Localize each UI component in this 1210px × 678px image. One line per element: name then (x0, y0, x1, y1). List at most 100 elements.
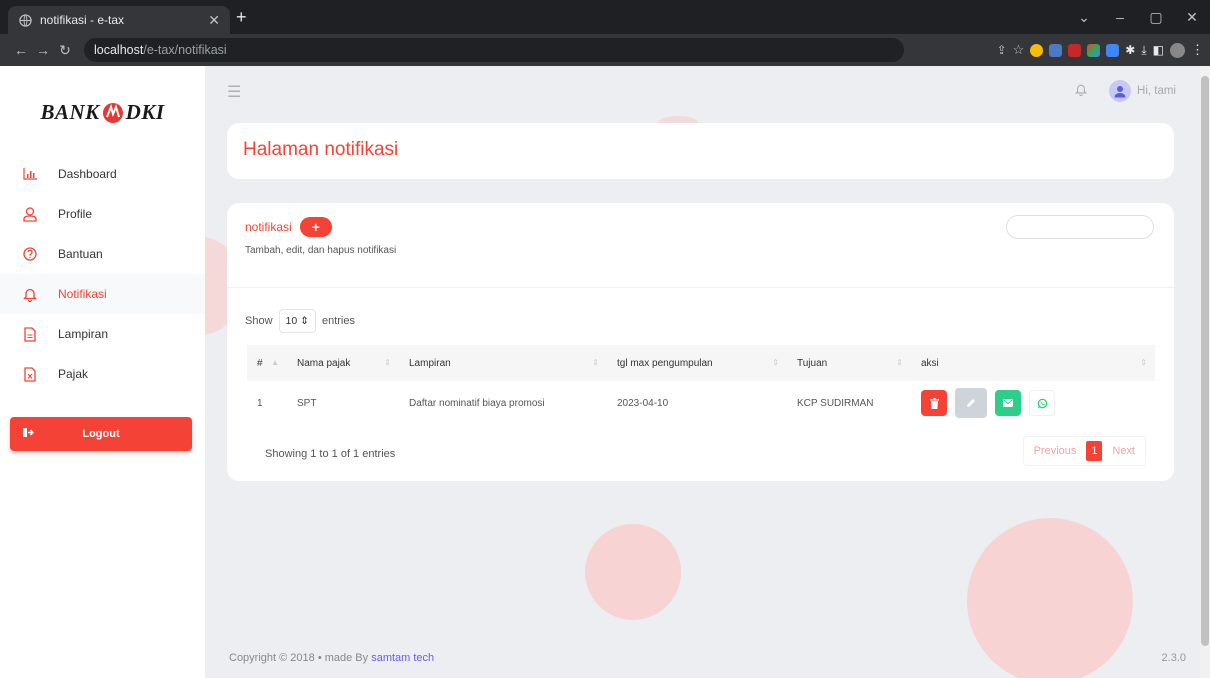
pagination: Previous 1 Next (1022, 436, 1146, 466)
reload-icon[interactable]: ↻ (54, 42, 76, 59)
sidebar: BANK DKI Dashboard Profile Bantuan Notif… (0, 66, 205, 678)
extension-yellow-icon[interactable] (1030, 43, 1044, 57)
sort-icon: ⇕ (592, 358, 599, 367)
logo-emblem-icon (102, 102, 123, 123)
close-tab-icon[interactable]: ✕ (208, 12, 220, 29)
add-notification-button[interactable]: + (299, 217, 332, 237)
back-icon[interactable]: ← (10, 42, 32, 58)
url-input[interactable]: ⓘ localhost /e-tax/notifikasi (84, 38, 904, 298)
entries-label: entries (321, 315, 355, 327)
column-label: Tujuan (797, 357, 828, 369)
cell-tgl-max: 2023-04-10 (617, 397, 669, 409)
cell-number: 1 (257, 397, 263, 409)
forward-icon[interactable]: → (32, 42, 54, 58)
logo-text-right: DKI (125, 100, 165, 124)
whatsapp-button[interactable] (1029, 390, 1055, 416)
sort-icon: ⇕ (384, 358, 391, 367)
browser-tab-bar: notifikasi - e-tax ✕ + ⌄ – ▢ ✕ (0, 0, 1210, 34)
page-length-select[interactable]: 10 ⇕ (278, 309, 316, 333)
cell-tujuan: KCP SUDIRMAN (797, 397, 874, 409)
page-scrollbar[interactable] (1200, 66, 1210, 678)
window-controls: ⌄ – ▢ ✕ (1066, 0, 1210, 34)
copyright-text: Copyright © 2018 • made By (229, 652, 372, 664)
download-icon[interactable]: ⤓ (1141, 43, 1146, 58)
notification-table: # ▲ Nama pajak ⇕ Lampiran ⇕ tgl max pengump… (247, 345, 1155, 425)
tab-search-icon[interactable]: ⌄ (1066, 9, 1102, 26)
sidebar-item-bantuan[interactable]: Bantuan (0, 234, 205, 274)
column-header-aksi[interactable]: aksi ⇕ (911, 345, 1155, 381)
previous-page-button[interactable]: Previous (1024, 437, 1087, 465)
sidebar-item-label: Notifikasi (58, 287, 107, 301)
avatar[interactable] (1109, 80, 1132, 102)
sort-icon: ▲ (271, 358, 279, 367)
column-label: Nama pajak (297, 357, 351, 369)
column-label: tgl max pengumpulan (617, 357, 713, 369)
decorative-circle (967, 518, 1133, 678)
menu-toggle-icon[interactable]: ☰ (227, 82, 241, 102)
column-header-nama-pajak[interactable]: Nama pajak ⇕ (287, 345, 399, 381)
restore-icon[interactable]: ▢ (1138, 9, 1174, 26)
sidebar-item-dashboard[interactable]: Dashboard (0, 154, 205, 194)
sidebar-item-notifikasi[interactable]: Notifikasi (0, 274, 205, 314)
sidebar-item-pajak[interactable]: Pajak (0, 354, 205, 394)
extension-blue-icon[interactable] (1106, 43, 1120, 57)
kebab-menu-icon[interactable]: ⋮ (1191, 42, 1204, 58)
extension-translate-icon[interactable] (1049, 43, 1063, 57)
sign-out-icon (22, 427, 35, 441)
next-page-button[interactable]: Next (1102, 437, 1145, 465)
address-bar: ← → ↻ ⓘ localhost /e-tax/notifikasi ⇪ ☆ … (0, 34, 1210, 298)
show-label: Show (245, 315, 273, 327)
sidebar-menu: Dashboard Profile Bantuan Notifikasi Lam… (0, 154, 205, 394)
send-email-button[interactable] (995, 390, 1021, 416)
section-title: notifikasi (245, 220, 292, 234)
column-label: Lampiran (409, 357, 451, 369)
notification-bell-icon[interactable] (1075, 83, 1087, 99)
scrollbar-thumb[interactable] (1201, 76, 1209, 646)
help-icon (22, 246, 38, 262)
column-header-tujuan[interactable]: Tujuan ⇕ (787, 345, 911, 381)
sidebar-item-profile[interactable]: Profile (0, 194, 205, 234)
user-icon (22, 206, 38, 222)
minimize-icon[interactable]: – (1102, 9, 1138, 25)
footer: Copyright © 2018 • made By samtam tech (229, 652, 434, 664)
brand-link[interactable]: samtam tech (371, 652, 434, 664)
star-icon[interactable]: ☆ (1013, 42, 1025, 58)
whatsapp-icon (1037, 398, 1047, 408)
page-1-button[interactable]: 1 (1086, 441, 1103, 461)
side-panel-icon[interactable]: ◧ (1153, 43, 1164, 57)
chart-icon (22, 166, 38, 182)
profile-avatar-icon[interactable] (1170, 42, 1185, 58)
pencil-icon (967, 399, 975, 407)
sidebar-item-lampiran[interactable]: Lampiran (0, 314, 205, 354)
logo-text-left: BANK (40, 100, 100, 124)
user-greeting[interactable]: Hi, tami (1137, 85, 1176, 97)
browser-tab[interactable]: notifikasi - e-tax ✕ (8, 6, 230, 34)
bank-dki-logo: BANK DKI (0, 100, 205, 125)
sort-icon: ⇕ (772, 358, 779, 367)
delete-button[interactable] (921, 390, 947, 416)
column-header-lampiran[interactable]: Lampiran ⇕ (399, 345, 607, 381)
edit-button[interactable] (955, 388, 987, 418)
search-input[interactable] (1006, 215, 1154, 239)
extension-red-icon[interactable] (1068, 43, 1082, 57)
column-label: aksi (921, 357, 939, 369)
share-icon[interactable]: ⇪ (997, 43, 1007, 57)
logout-button[interactable]: Logout (10, 417, 192, 451)
page-title-card: Halaman notifikasi (227, 123, 1174, 179)
puzzle-icon[interactable]: ✱ (1125, 43, 1135, 57)
new-tab-icon[interactable]: + (236, 7, 247, 27)
extension-color-icon[interactable] (1087, 43, 1101, 57)
notifikasi-card: notifikasi + Tambah, edit, dan hapus not… (227, 203, 1174, 481)
table-info: Showing 1 to 1 of 1 entries (265, 448, 396, 460)
cell-nama-pajak: SPT (297, 397, 317, 409)
sort-icon: ⇕ (896, 358, 903, 367)
column-label: # (257, 357, 263, 369)
sidebar-item-label: Lampiran (58, 327, 109, 341)
page-title: Halaman notifikasi (243, 139, 399, 160)
url-path: /e-tax/notifikasi (143, 43, 227, 57)
close-window-icon[interactable]: ✕ (1174, 9, 1210, 26)
column-header-tgl-max[interactable]: tgl max pengumpulan ⇕ (607, 345, 787, 381)
envelope-icon (1003, 399, 1013, 407)
excel-file-icon (22, 366, 38, 382)
column-header-number[interactable]: # ▲ (247, 345, 287, 381)
